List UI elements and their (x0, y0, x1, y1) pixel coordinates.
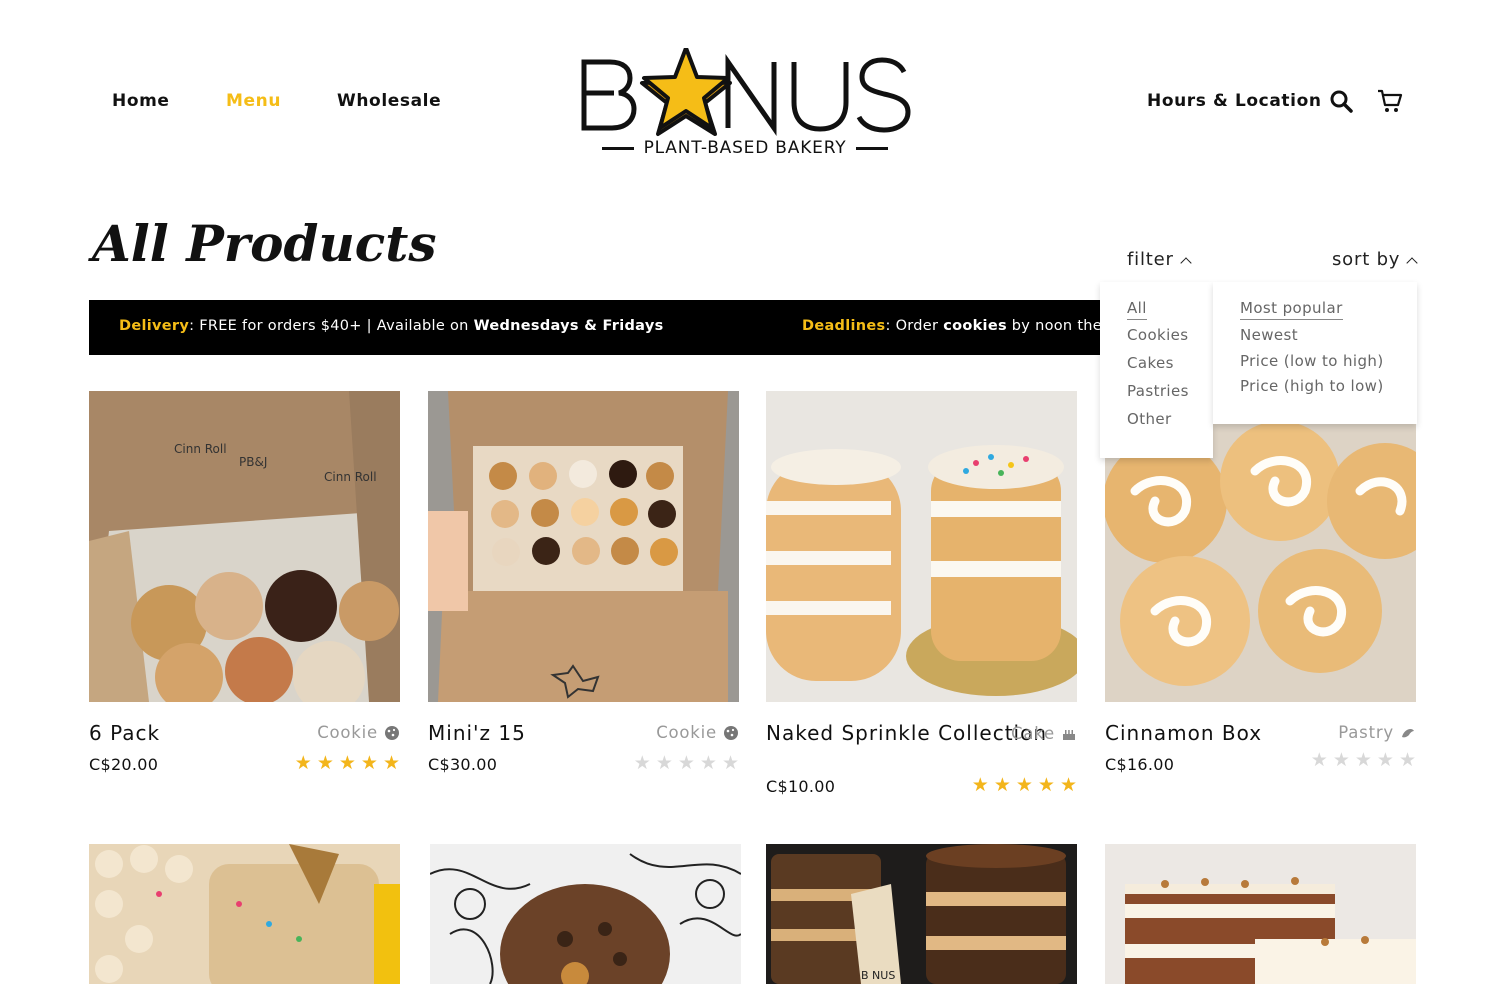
svg-text:Cinn Roll: Cinn Roll (324, 470, 377, 484)
cake-icon (1063, 729, 1075, 740)
star-icon: ★ (1354, 749, 1372, 771)
bonus-logo[interactable]: PLANT-BASED BAKERY (578, 46, 912, 162)
search-icon[interactable] (1329, 89, 1353, 113)
logo-tagline: PLANT-BASED BAKERY (578, 138, 912, 158)
product-name[interactable]: Naked Sprinkle Collection (766, 722, 1047, 744)
product-price: C$30.00 (428, 755, 498, 774)
filter-dropdown: All Cookies Cakes Pastries Other (1100, 282, 1213, 458)
product-price: C$20.00 (89, 755, 159, 774)
page-title: All Products (92, 214, 437, 273)
svg-text:PB&J: PB&J (239, 455, 267, 469)
star-icon: ★ (1037, 774, 1055, 796)
rating-stars: ★ ★ ★ ★ ★ (634, 754, 739, 773)
nav-menu[interactable]: Menu (226, 91, 281, 111)
star-icon: ★ (294, 752, 312, 774)
cookie-icon (724, 725, 738, 740)
star-icon: ★ (1376, 749, 1394, 771)
product-image[interactable]: B NUS (766, 844, 1077, 984)
star-icon: ★ (971, 774, 989, 796)
star-icon: ★ (360, 752, 378, 774)
product-image[interactable]: Cinn Roll PB&J Cinn Roll (89, 391, 400, 702)
sort-option-newest[interactable]: Newest (1240, 326, 1417, 352)
product-image[interactable] (766, 391, 1077, 702)
star-icon: ★ (1015, 774, 1033, 796)
filter-option-other[interactable]: Other (1127, 410, 1213, 438)
deadline-notice: Deadlines: Order cookies by noon the da (802, 318, 1126, 334)
product-image[interactable] (89, 844, 400, 984)
star-icon: ★ (721, 752, 739, 774)
chevron-up-icon (1180, 257, 1192, 269)
star-icon: ★ (1398, 749, 1416, 771)
product-category: Pastry (1338, 723, 1416, 742)
star-icon: ★ (677, 752, 695, 774)
nav-hours-location[interactable]: Hours & Location (1147, 91, 1322, 111)
product-category: Cookie (656, 723, 739, 742)
product-name[interactable]: Mini'z 15 (428, 722, 526, 744)
logo-wordmark (581, 46, 911, 136)
nav-wholesale[interactable]: Wholesale (337, 91, 441, 111)
filter-option-all[interactable]: All (1127, 299, 1147, 320)
product-name[interactable]: Cinnamon Box (1105, 722, 1262, 744)
star-icon: ★ (633, 752, 651, 774)
product-name[interactable]: 6 Pack (89, 722, 160, 744)
filter-option-cookies[interactable]: Cookies (1127, 326, 1213, 354)
product-category: Cake (1011, 724, 1077, 743)
sort-option-price-low-high[interactable]: Price (low to high) (1240, 352, 1417, 378)
cookie-icon (385, 725, 399, 740)
star-icon: ★ (338, 752, 356, 774)
product-image[interactable] (1105, 844, 1416, 984)
product-image[interactable] (430, 844, 741, 984)
nav-home[interactable]: Home (112, 91, 170, 111)
star-icon: ★ (1332, 749, 1350, 771)
rating-stars: ★ ★ ★ ★ ★ (1311, 751, 1416, 770)
product-price: C$10.00 (766, 777, 836, 796)
star-icon: ★ (1310, 749, 1328, 771)
product-image[interactable] (428, 391, 739, 702)
product-price: C$16.00 (1105, 755, 1175, 774)
svg-text:Cinn Roll: Cinn Roll (174, 442, 227, 456)
delivery-notice: Delivery: FREE for orders $40+ | Availab… (119, 318, 664, 334)
croissant-icon (1402, 728, 1414, 737)
sort-option-most-popular[interactable]: Most popular (1240, 299, 1343, 320)
cart-icon[interactable] (1377, 89, 1403, 113)
filter-toggle[interactable]: filter (1127, 249, 1192, 270)
star-icon: ★ (993, 774, 1011, 796)
product-category: Cookie (317, 723, 400, 742)
sort-label: sort by (1332, 249, 1401, 270)
rating-stars: ★ ★ ★ ★ ★ (972, 776, 1077, 795)
rating-stars: ★ ★ ★ ★ ★ (295, 754, 400, 773)
svg-text:B NUS: B NUS (861, 969, 895, 982)
star-icon: ★ (316, 752, 334, 774)
filter-option-cakes[interactable]: Cakes (1127, 354, 1213, 382)
filter-option-pastries[interactable]: Pastries (1127, 382, 1213, 410)
star-icon: ★ (382, 752, 400, 774)
sort-dropdown: Most popular Newest Price (low to high) … (1213, 282, 1417, 424)
star-icon: ★ (655, 752, 673, 774)
sort-toggle[interactable]: sort by (1332, 249, 1418, 270)
sort-option-price-high-low[interactable]: Price (high to low) (1240, 377, 1417, 403)
star-icon: ★ (699, 752, 717, 774)
filter-label: filter (1127, 249, 1174, 270)
chevron-up-icon (1406, 257, 1418, 269)
star-icon: ★ (1059, 774, 1077, 796)
